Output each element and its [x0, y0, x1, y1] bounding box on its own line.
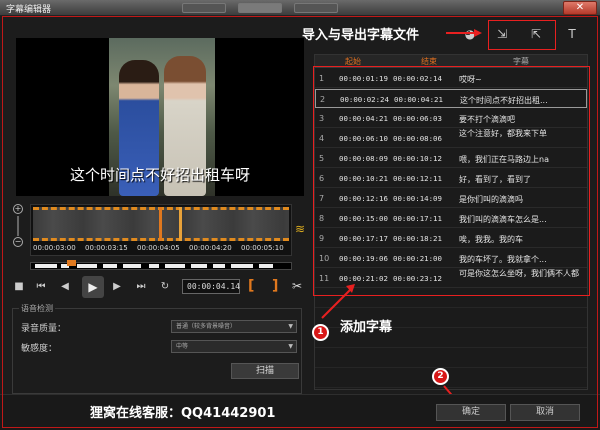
scan-button[interactable]: 扫描 [231, 363, 299, 379]
left-panel: 这个时间点不好招出租车呀 + − 00:00:03:00 00:00:03:15… [10, 18, 310, 398]
voice-detection-group: 语音检测 录音质量： 普通（较多背景噪音） 敏感度： 中等 扫描 [12, 303, 302, 394]
sensitivity-label: 敏感度： [21, 344, 58, 354]
ok-button[interactable]: 确定 [436, 404, 506, 421]
timeline[interactable]: 00:00:03:00 00:00:03:15 00:00:04:05 00:0… [30, 204, 292, 256]
empty-row [315, 349, 587, 368]
tab-3[interactable] [294, 3, 338, 13]
title-bar: 字幕编辑器 ✕ [0, 0, 600, 16]
step1-badge: 1 [312, 324, 329, 341]
empty-row [315, 369, 587, 388]
import-export-highlight [488, 20, 556, 50]
subtitle-segment[interactable] [77, 264, 97, 268]
step-forward-icon[interactable]: ▶ [110, 280, 124, 294]
tick-label: 00:00:05:10 [241, 244, 284, 252]
window-title: 字幕编辑器 [6, 5, 52, 15]
subtitle-segment[interactable] [213, 264, 225, 268]
subtitle-segment[interactable] [35, 264, 57, 268]
zoom-track[interactable] [17, 216, 19, 236]
playhead-marker[interactable] [179, 207, 182, 241]
video-preview: 这个时间点不好招出租车呀 [16, 38, 304, 196]
clip-marker[interactable] [159, 207, 162, 241]
info-icon[interactable]: ◕ [462, 26, 478, 42]
video-subtitle: 这个时间点不好招出租车呀 [69, 166, 250, 184]
tick-label: 00:00:04:05 [137, 244, 180, 252]
step-back-icon[interactable]: ◀ [58, 280, 72, 294]
go-end-icon[interactable]: ⏭ [134, 280, 148, 294]
cancel-button[interactable]: 取消 [510, 404, 580, 421]
quality-select[interactable]: 普通（较多背景噪音） [171, 320, 297, 333]
tick-label: 00:00:03:15 [85, 244, 128, 252]
loop-icon[interactable]: ↻ [158, 280, 172, 294]
subtitle-segment[interactable] [191, 264, 207, 268]
tab-1[interactable] [182, 3, 226, 13]
subtitle-seekbar[interactable] [30, 260, 292, 270]
subtitle-segment[interactable] [123, 264, 141, 268]
go-start-icon[interactable]: ⏮ [34, 280, 48, 294]
zoom-in-icon[interactable]: + [13, 204, 23, 214]
step2-badge: 2 [432, 368, 449, 385]
sensitivity-select[interactable]: 中等 [171, 340, 297, 353]
zoom-out-icon[interactable]: − [13, 237, 23, 247]
subtitle-list-highlight [313, 66, 590, 296]
scissors-icon[interactable]: ✂ [292, 279, 302, 293]
stop-icon[interactable]: ■ [12, 280, 26, 294]
zoom-control[interactable]: + − [12, 204, 24, 248]
quality-label: 录音质量： [21, 324, 67, 334]
import-export-annotation: 导入与导出字幕文件 [302, 28, 420, 43]
service-banner: 狸窝在线客服：QQ41442901 [90, 406, 276, 421]
transport-controls: ■ ⏮ ◀ ▶ ▶ ⏭ ↻ 00:00:04.14 [ ] ✂ [10, 276, 310, 298]
tick-label: 00:00:04:20 [189, 244, 232, 252]
timecode-field[interactable]: 00:00:04.14 [182, 279, 240, 294]
close-icon: ✕ [575, 2, 585, 13]
subtitle-segment[interactable] [259, 264, 273, 268]
play-icon[interactable]: ▶ [82, 276, 104, 298]
voice-detection-title: 语音检测 [19, 303, 55, 314]
subtitle-segment[interactable] [103, 264, 117, 268]
tab-2[interactable] [238, 3, 282, 13]
subtitle-segment[interactable] [165, 264, 185, 268]
subtitle-segment[interactable] [231, 264, 253, 268]
close-button[interactable]: ✕ [563, 1, 597, 15]
tick-label: 00:00:03:00 [33, 244, 76, 252]
mark-in-button[interactable]: [ [248, 278, 254, 294]
add-subtitle-annotation: 添加字幕 [340, 320, 393, 335]
audio-wave-icon[interactable]: ≋ [295, 222, 305, 236]
text-style-icon[interactable]: T [564, 26, 580, 42]
timeline-ticks: 00:00:03:00 00:00:03:15 00:00:04:05 00:0… [31, 243, 291, 255]
seek-thumb[interactable] [67, 260, 76, 266]
subtitle-segment[interactable] [149, 264, 159, 268]
mark-out-button[interactable]: ] [272, 278, 278, 294]
